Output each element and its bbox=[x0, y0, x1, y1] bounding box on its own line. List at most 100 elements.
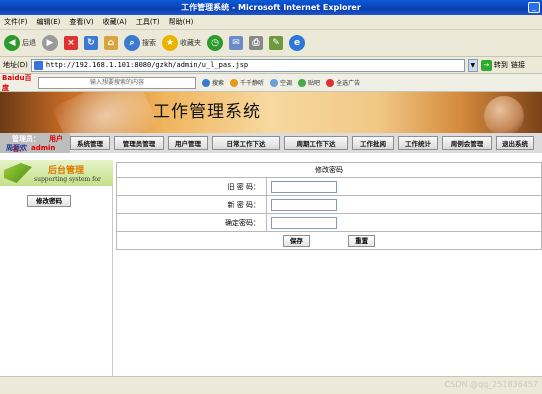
menu-bar: 文件(F) 编辑(E) 查看(V) 收藏(A) 工具(T) 帮助(H) bbox=[0, 15, 542, 30]
toolbar-tieba-label: 贴吧 bbox=[308, 80, 321, 87]
sidebar: 后台管理 supporting system for 修改密码 bbox=[0, 160, 113, 376]
mail-button[interactable]: ✉ bbox=[229, 36, 243, 50]
menu-view[interactable]: 查看(V) bbox=[69, 17, 93, 27]
menu-help[interactable]: 帮助(H) bbox=[169, 17, 194, 27]
sidebar-title: 后台管理 bbox=[48, 166, 85, 176]
refresh-icon: ↻ bbox=[84, 36, 98, 50]
adblock-icon bbox=[326, 78, 335, 87]
nav-review[interactable]: 工作批阅 bbox=[352, 136, 394, 150]
url-input[interactable]: http://192.168.1.101:8080/gzkh/admin/u_l… bbox=[30, 58, 465, 72]
minimize-icon[interactable]: _ bbox=[528, 2, 540, 13]
leaf-icon bbox=[4, 163, 32, 183]
air-conditioner-icon bbox=[270, 78, 279, 87]
save-button[interactable]: 保存 bbox=[282, 234, 310, 247]
go-button[interactable]: → 转到 bbox=[480, 59, 508, 71]
reset-button[interactable]: 重置 bbox=[348, 234, 376, 247]
watermark: CSDN @qq_251836457 bbox=[444, 380, 538, 389]
search-button[interactable]: ⌕ 搜索 bbox=[124, 35, 156, 51]
change-password-link[interactable]: 修改密码 bbox=[27, 195, 71, 207]
toolbar-music-label: 千千静听 bbox=[240, 80, 265, 87]
window-controls: _ bbox=[528, 2, 540, 13]
stop-icon: × bbox=[64, 36, 78, 50]
nav-meetings[interactable]: 周例会管理 bbox=[442, 136, 492, 150]
toolbar-ac-label: 空调 bbox=[280, 80, 293, 87]
banner-photo bbox=[484, 96, 524, 133]
window-title: 工作管理系统 - Microsoft Internet Explorer bbox=[181, 3, 361, 12]
links-label[interactable]: 链接 bbox=[511, 60, 525, 70]
nav-admin[interactable]: 管理员管理 bbox=[114, 136, 164, 150]
go-label: 转到 bbox=[493, 61, 508, 69]
back-arrow-icon: ◀ bbox=[4, 35, 20, 51]
nav-row: 管理员： 用户名： 周涯欢 admin 系统管理 管理员管理 用户管理 日常工作下达… bbox=[0, 133, 542, 153]
toolbar-search-button[interactable]: 搜索 bbox=[202, 78, 224, 87]
nav-daily-work[interactable]: 日常工作下达 bbox=[212, 136, 280, 150]
menu-favorites[interactable]: 收藏(A) bbox=[103, 17, 127, 27]
nav-periodic-work[interactable]: 周期工作下达 bbox=[284, 136, 348, 150]
address-dropdown-icon[interactable]: ▼ bbox=[467, 58, 478, 72]
user-info-values: 周涯欢 admin bbox=[6, 143, 55, 153]
search-icon bbox=[202, 78, 210, 87]
url-text: http://192.168.1.101:8080/gzkh/admin/u_l… bbox=[45, 60, 249, 69]
menu-tools[interactable]: 工具(T) bbox=[136, 17, 160, 27]
home-button[interactable]: ⌂ bbox=[104, 36, 118, 50]
favorites-label: 收藏夹 bbox=[180, 39, 201, 47]
new-password-label: 新 密 码： bbox=[116, 195, 267, 214]
forward-arrow-icon: ▶ bbox=[42, 35, 58, 51]
nav-users[interactable]: 用户管理 bbox=[168, 136, 208, 150]
banner-decoration bbox=[51, 92, 159, 133]
status-bar: CSDN @qq_251836457 bbox=[0, 376, 542, 394]
ie-button[interactable]: e bbox=[289, 35, 305, 51]
ie-logo-icon: e bbox=[289, 35, 305, 51]
mail-icon: ✉ bbox=[229, 36, 243, 50]
nav-system[interactable]: 系统管理 bbox=[70, 136, 110, 150]
toolbar-tieba-button[interactable]: 贴吧 bbox=[298, 78, 320, 87]
nav-statistics[interactable]: 工作统计 bbox=[398, 136, 438, 150]
music-icon bbox=[230, 78, 239, 87]
new-password-input[interactable] bbox=[271, 198, 337, 211]
window-titlebar: 工作管理系统 - Microsoft Internet Explorer _ bbox=[0, 0, 542, 15]
old-password-label: 旧 密 码： bbox=[116, 177, 267, 196]
search-icon: ⌕ bbox=[124, 35, 140, 51]
go-arrow-icon: → bbox=[480, 59, 492, 71]
browser-toolbar: ◀ 后退 ▶ × ↻ ⌂ ⌕ 搜索 ★ 收藏夹 ◷ ✉ ⎙ ✎ e bbox=[0, 30, 542, 57]
baidu-logo: Baidu百度 bbox=[2, 73, 32, 92]
form-heading: 修改密码 bbox=[116, 162, 542, 178]
favorites-button[interactable]: ★ 收藏夹 bbox=[162, 35, 201, 51]
form-buttons: 保存 重置 bbox=[116, 231, 542, 250]
menu-file[interactable]: 文件(F) bbox=[4, 17, 28, 27]
back-label: 后退 bbox=[22, 39, 36, 47]
sidebar-subtitle: supporting system for bbox=[34, 176, 101, 183]
print-icon: ⎙ bbox=[249, 36, 263, 50]
main-content: 修改密码 旧 密 码： 新 密 码： 确定密码： 保存 重置 bbox=[116, 162, 542, 250]
toolbar-search-input[interactable]: 输入想要搜索的内容 bbox=[38, 76, 196, 89]
edit-icon: ✎ bbox=[269, 36, 283, 50]
system-title: 工作管理系统 bbox=[153, 102, 261, 122]
header-banner: 工作管理系统 bbox=[0, 92, 542, 133]
confirm-password-label: 确定密码： bbox=[116, 213, 267, 232]
search-label: 搜索 bbox=[142, 39, 156, 47]
refresh-button[interactable]: ↻ bbox=[84, 36, 98, 50]
confirm-password-input[interactable] bbox=[271, 216, 337, 229]
toolbar-adblock-button[interactable]: 全选广告 bbox=[326, 78, 360, 87]
page-icon bbox=[33, 60, 43, 70]
address-label: 地址(D) bbox=[3, 61, 28, 69]
forward-button[interactable]: ▶ bbox=[42, 35, 58, 51]
toolbar-search-label: 搜索 bbox=[212, 80, 225, 87]
role-value: 周涯欢 bbox=[6, 144, 27, 152]
edit-button[interactable]: ✎ bbox=[269, 36, 283, 50]
sidebar-header: 后台管理 supporting system for bbox=[0, 160, 113, 186]
history-button[interactable]: ◷ bbox=[207, 35, 223, 51]
user-info: 管理员： 用户名： 周涯欢 admin bbox=[0, 133, 70, 153]
back-button[interactable]: ◀ 后退 bbox=[4, 35, 36, 51]
star-icon: ★ bbox=[162, 35, 178, 51]
menu-edit[interactable]: 编辑(E) bbox=[37, 17, 61, 27]
main-nav: 系统管理 管理员管理 用户管理 日常工作下达 周期工作下达 工作批阅 工作统计 … bbox=[70, 136, 542, 150]
toolbar-ac-button[interactable]: 空调 bbox=[270, 78, 292, 87]
nav-logout[interactable]: 退出系统 bbox=[496, 136, 534, 150]
toolbar-music-button[interactable]: 千千静听 bbox=[230, 78, 264, 87]
toolbar-adblock-label: 全选广告 bbox=[336, 80, 361, 87]
stop-button[interactable]: × bbox=[64, 36, 78, 50]
address-bar: 地址(D) http://192.168.1.101:8080/gzkh/adm… bbox=[0, 57, 542, 74]
print-button[interactable]: ⎙ bbox=[249, 36, 263, 50]
old-password-input[interactable] bbox=[271, 180, 337, 193]
